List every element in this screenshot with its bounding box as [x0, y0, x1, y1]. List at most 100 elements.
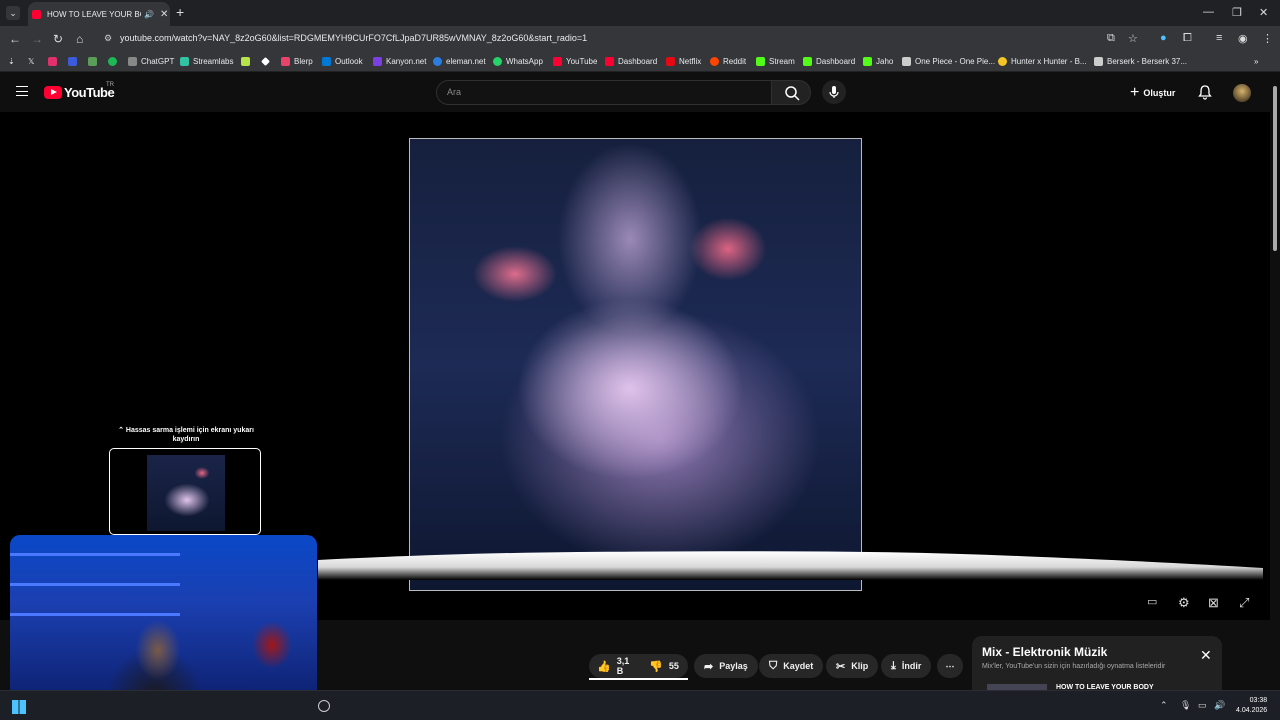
bookmark-item[interactable]: WhatsApp: [493, 57, 543, 66]
extensions-puzzle-icon[interactable]: ⧠: [1183, 32, 1192, 45]
dislike-count: 55: [668, 661, 679, 671]
bookmark-item[interactable]: Blerp: [281, 57, 313, 66]
bookmark-item[interactable]: Hunter x Hunter - B...: [998, 57, 1087, 66]
tray-overflow-icon[interactable]: ⌃: [1160, 700, 1168, 711]
more-actions-button[interactable]: ⋯: [937, 654, 963, 678]
share-button[interactable]: ➦ Paylaş: [694, 654, 758, 678]
bookmark-item[interactable]: eleman.net: [433, 57, 486, 66]
download-button[interactable]: ⤓ İndir: [881, 654, 932, 678]
bookmark-label: Netflix: [679, 57, 702, 66]
media-control-icon[interactable]: ≡: [1216, 32, 1222, 44]
bookmark-item[interactable]: Dashboard: [605, 57, 657, 66]
download-label: İndir: [901, 661, 922, 671]
like-dislike-group: 👍 3,1 B 👎 55: [589, 654, 688, 678]
bookmark-item[interactable]: Streamlabs: [180, 57, 233, 66]
bookmark-item[interactable]: One Piece - One Pie...: [902, 57, 995, 66]
home-icon[interactable]: ⌂: [76, 32, 83, 46]
browser-menu-icon[interactable]: ⋮: [1262, 32, 1273, 45]
bookmark-item[interactable]: Jaho: [863, 57, 893, 66]
bookmark-label: Berserk - Berserk 37...: [1107, 57, 1188, 66]
browser-tab-bar: ⌄ HOW TO LEAVE YOUR BODY 🔊 ✕ + — ❐ ✕: [0, 0, 1280, 26]
scissors-icon: ✂: [836, 660, 846, 673]
bookmark-item[interactable]: Netflix: [666, 57, 701, 66]
create-button[interactable]: + Oluştur: [1130, 84, 1175, 102]
bookmark-label: eleman.net: [446, 57, 486, 66]
bookmark-label: Hunter x Hunter - B...: [1011, 57, 1087, 66]
url-field[interactable]: youtube.com/watch?v=NAY_8z2oG60&list=RDG…: [120, 33, 587, 43]
bookmark-label: Outlook: [335, 57, 363, 66]
reload-icon[interactable]: ↻: [53, 32, 63, 46]
bookmark-item[interactable]: Dashboard: [803, 57, 855, 66]
page-scrollbar[interactable]: [1270, 72, 1280, 690]
bookmark-leaf-icon[interactable]: [88, 57, 101, 66]
bookmark-label: Stream: [769, 57, 795, 66]
youtube-logo-icon[interactable]: [44, 86, 62, 99]
bookmark-item[interactable]: Reddit: [710, 57, 746, 66]
like-button[interactable]: 👍 3,1 B: [597, 656, 629, 676]
bookmark-star-icon[interactable]: ☆: [1128, 32, 1138, 45]
bookmark-spotify-icon[interactable]: [108, 57, 121, 66]
notifications-button[interactable]: [1197, 84, 1213, 105]
seek-preview-thumbnail[interactable]: [109, 448, 261, 535]
scrollbar-thumb[interactable]: [1273, 86, 1277, 251]
bookmark-item[interactable]: Stream: [756, 57, 795, 66]
bookmark-item[interactable]: Kanyon.net: [373, 57, 426, 66]
share-icon: ➦: [704, 660, 714, 673]
clip-label: Klip: [851, 661, 869, 671]
install-app-icon[interactable]: ⧉: [1107, 32, 1115, 45]
bookmark-diamond-icon[interactable]: [261, 57, 274, 66]
bookmark-r-icon[interactable]: [68, 57, 81, 66]
bookmarks-bar: ⇣ 𝕏 ChatGPT Streamlabs Blerp Outlook Kan…: [0, 52, 1280, 72]
bookmark-item[interactable]: ChatGPT: [128, 57, 174, 66]
mix-subtitle: Mix'ler, YouTube'un sizin için hazırladı…: [982, 663, 1166, 670]
bookmark-instagram-icon[interactable]: [48, 57, 61, 66]
subtitles-icon[interactable]: ▭: [1147, 595, 1157, 608]
network-icon[interactable]: ▭: [1198, 700, 1207, 711]
shelf: [10, 553, 180, 556]
search-button[interactable]: [771, 80, 811, 105]
theater-mode-icon[interactable]: ⊠: [1208, 595, 1219, 611]
bookmarks-overflow-icon[interactable]: »: [1254, 57, 1258, 66]
maximize-icon[interactable]: ❐: [1232, 6, 1242, 19]
bookmark-app-icon[interactable]: ⇣: [8, 57, 15, 66]
clip-button[interactable]: ✂ Klip: [826, 654, 879, 678]
bookmark-item[interactable]: YouTube: [553, 57, 597, 66]
back-icon[interactable]: ←: [9, 32, 21, 46]
browser-tab[interactable]: HOW TO LEAVE YOUR BODY 🔊 ✕: [28, 2, 170, 26]
system-clock[interactable]: 03:38 4.04.2026: [1236, 696, 1267, 716]
windows-start-icon[interactable]: [12, 700, 26, 714]
save-button[interactable]: ⛉ Kaydet: [759, 654, 824, 678]
close-window-icon[interactable]: ✕: [1259, 6, 1268, 19]
clock-time: 03:38: [1249, 697, 1268, 704]
fullscreen-icon[interactable]: ⤢: [1239, 595, 1249, 611]
new-tab-button[interactable]: +: [176, 4, 184, 20]
microphone-tray-icon[interactable]: 🎙: [1180, 700, 1191, 711]
tab-search-menu-icon[interactable]: ⌄: [6, 6, 20, 20]
like-count: 3,1 B: [616, 656, 630, 676]
volume-icon[interactable]: 🔊: [1214, 700, 1225, 711]
video-artwork: [409, 138, 862, 591]
preview-image: [147, 455, 225, 531]
audio-playing-icon[interactable]: 🔊: [144, 10, 154, 19]
forward-icon[interactable]: →: [31, 32, 43, 46]
minimize-icon[interactable]: —: [1203, 6, 1214, 18]
mix-title: Mix - Elektronik Müzik: [982, 645, 1108, 659]
close-mix-icon[interactable]: ✕: [1200, 647, 1212, 664]
bookmark-star-icon[interactable]: [241, 57, 254, 66]
save-label: Kaydet: [783, 661, 814, 671]
search-input[interactable]: Ara: [436, 80, 772, 105]
voice-search-button[interactable]: [822, 80, 846, 104]
profile-icon[interactable]: ◉: [1238, 32, 1248, 45]
menu-icon[interactable]: [16, 86, 28, 96]
settings-gear-icon[interactable]: ⚙: [1178, 595, 1190, 611]
app-icon[interactable]: [318, 700, 330, 712]
site-info-icon[interactable]: ⚙: [104, 33, 112, 44]
dislike-button[interactable]: 👎 55: [649, 660, 679, 673]
bookmark-item[interactable]: Berserk - Berserk 37...: [1094, 57, 1187, 66]
bookmark-item[interactable]: Outlook: [322, 57, 363, 66]
bookmark-x-icon[interactable]: 𝕏: [28, 57, 34, 66]
tab-title: HOW TO LEAVE YOUR BODY: [47, 9, 141, 19]
tab-close-icon[interactable]: ✕: [160, 9, 168, 20]
avatar[interactable]: [1233, 84, 1251, 102]
extension-icon[interactable]: ●: [1160, 32, 1167, 44]
